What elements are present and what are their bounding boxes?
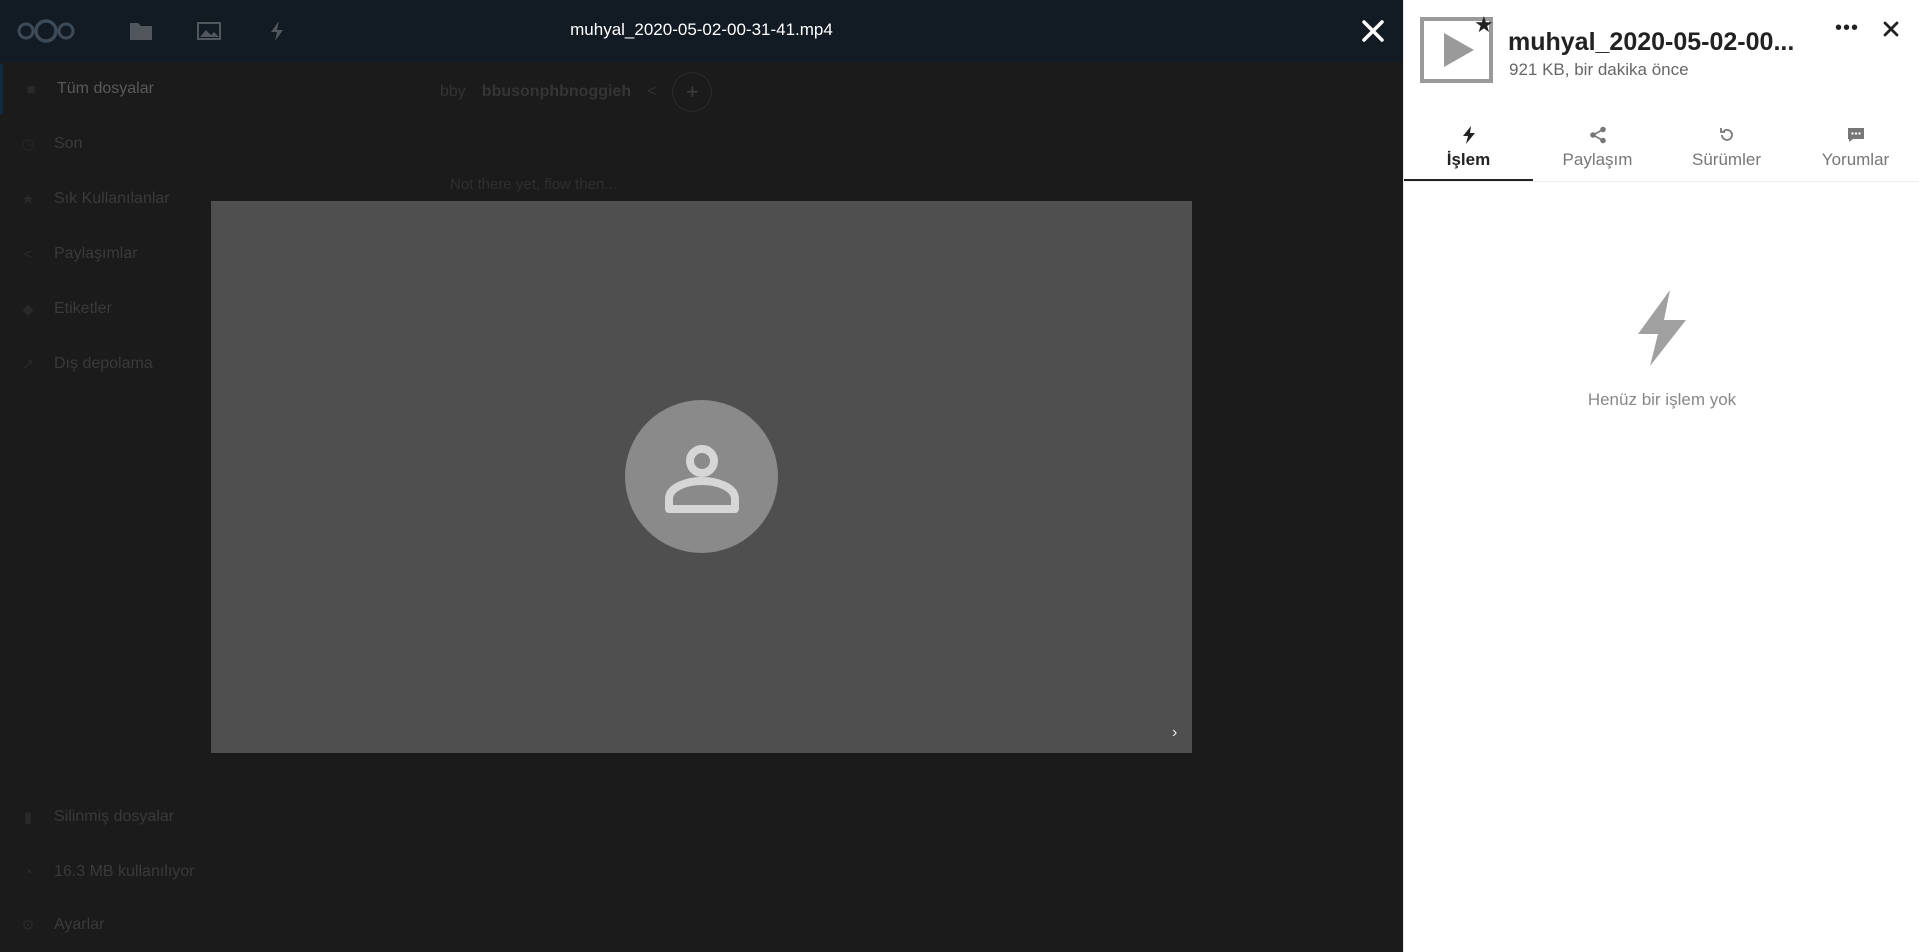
- breadcrumb: bby bbusonphbnoggieh < +: [440, 70, 713, 114]
- activity-empty-state: Henüz bir işlem yok: [1404, 290, 1919, 410]
- viewer-title: muhyal_2020-05-02-00-31-41.mp4: [570, 20, 833, 39]
- file-meta: 921 KB, bir dakika önce: [1509, 60, 1689, 79]
- external-icon: ↗: [21, 356, 35, 373]
- breadcrumb-current[interactable]: bbusonphbnoggieh: [482, 83, 631, 101]
- tab-activity[interactable]: İşlem: [1404, 118, 1533, 181]
- nav-item-label: Silinmiş dosyalar: [54, 808, 175, 825]
- nav-item-settings[interactable]: ⚙ Ayarlar: [0, 900, 420, 950]
- video-player[interactable]: ›: [211, 201, 1192, 753]
- tab-label: İşlem: [1446, 150, 1491, 169]
- nav-item-label: Dış depolama: [54, 355, 153, 372]
- tab-comments[interactable]: Yorumlar: [1791, 118, 1919, 181]
- favorite-star-icon[interactable]: ★: [1474, 12, 1494, 38]
- close-icon: [1883, 21, 1899, 37]
- empty-folder-hint: Not there yet, flow then...: [450, 176, 617, 193]
- tag-icon: ◆: [22, 301, 34, 318]
- lightning-icon: [1638, 290, 1686, 366]
- share-icon[interactable]: <: [647, 83, 656, 101]
- quota-icon: ◔: [23, 863, 33, 881]
- tab-sharing[interactable]: Paylaşım: [1533, 118, 1662, 181]
- tab-versions[interactable]: Sürümler: [1662, 118, 1791, 181]
- breadcrumb-root[interactable]: bby: [440, 83, 466, 101]
- nav-item-recent[interactable]: ◷ Son: [0, 119, 420, 169]
- nav-item-label: Sık Kullanılanlar: [54, 190, 170, 207]
- tab-label: Yorumlar: [1821, 150, 1890, 169]
- star-icon: ★: [21, 191, 35, 208]
- nav-item-label: Ayarlar: [54, 916, 105, 933]
- nav-item-label: Paylaşımlar: [54, 245, 138, 262]
- comment-icon: [1847, 128, 1864, 142]
- nav-item-label: Etiketler: [54, 300, 112, 317]
- more-actions-button[interactable]: •••: [1832, 16, 1862, 40]
- tab-label: Sürümler: [1692, 150, 1761, 169]
- share-icon: [1589, 126, 1606, 144]
- tab-label: Paylaşım: [1562, 150, 1633, 169]
- folder-icon: ■: [26, 80, 36, 98]
- close-sidebar-button[interactable]: [1876, 14, 1906, 44]
- gear-icon: ⚙: [21, 917, 35, 934]
- file-name: muhyal_2020-05-02-00...: [1508, 28, 1795, 56]
- clock-icon: ◷: [21, 136, 35, 153]
- nav-item-deleted-files[interactable]: ▮ Silinmiş dosyalar: [0, 792, 420, 842]
- new-file-button[interactable]: +: [672, 72, 713, 112]
- nav-item-label: Son: [54, 135, 83, 152]
- nav-item-all-files[interactable]: ■ Tüm dosyalar: [0, 64, 420, 114]
- user-icon: [664, 444, 739, 513]
- lightning-icon: [1462, 126, 1475, 144]
- file-details-sidebar: ★ muhyal_2020-05-02-00... 921 KB, bir da…: [1403, 0, 1919, 952]
- close-icon: [1362, 20, 1384, 42]
- nav-item-label: 16.3 MB kullanılıyor: [54, 863, 195, 880]
- empty-state-text: Henüz bir işlem yok: [1587, 390, 1737, 409]
- nav-item-quota: ◔ 16.3 MB kullanılıyor: [0, 847, 420, 897]
- next-button[interactable]: ›: [1172, 724, 1177, 742]
- history-icon: [1719, 128, 1733, 141]
- user-avatar-placeholder: [625, 400, 778, 553]
- trash-icon: ▮: [23, 809, 33, 826]
- viewer-close-button[interactable]: [1356, 14, 1390, 48]
- share-icon: <: [23, 245, 33, 263]
- nav-item-label: Tüm dosyalar: [57, 80, 154, 97]
- details-tabs: İşlem Paylaşım Sürümler Yorumlar: [1404, 118, 1919, 182]
